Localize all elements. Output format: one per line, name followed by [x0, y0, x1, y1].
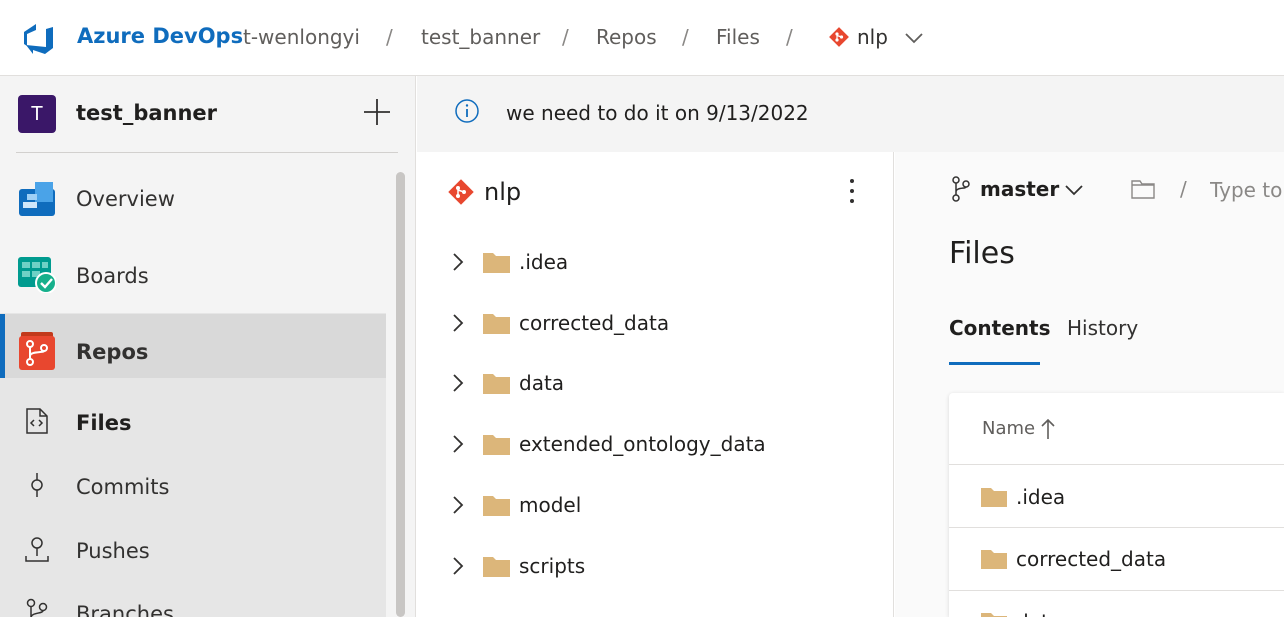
folder-icon — [981, 488, 1007, 507]
sidebar-item-boards[interactable]: Boards — [0, 244, 386, 308]
breadcrumb-organization[interactable]: t-wenlongyi — [243, 25, 360, 49]
folder-icon — [981, 613, 1007, 617]
chevron-right-icon[interactable] — [448, 312, 468, 334]
breadcrumb-repo-selector[interactable]: nlp — [857, 25, 888, 49]
folder-outline-icon[interactable] — [1131, 179, 1155, 199]
active-tab-indicator — [949, 362, 1040, 365]
sidebar-item-label: Commits — [76, 475, 170, 499]
tree-item-label: data — [519, 371, 565, 395]
repos-icon — [19, 332, 55, 370]
sidebar-item-label: Repos — [76, 340, 149, 364]
tree-item-label: extended_ontology_data — [519, 432, 766, 456]
table-row[interactable]: .idea — [949, 466, 1284, 528]
chevron-right-icon[interactable] — [448, 372, 468, 394]
column-header-name[interactable]: Name — [982, 418, 1035, 439]
path-separator: / — [1180, 177, 1187, 201]
tab-contents[interactable]: Contents — [949, 316, 1050, 340]
tree-item[interactable]: extended_ontology_data — [440, 423, 880, 467]
path-input[interactable] — [1210, 174, 1284, 206]
tree-repo-name: nlp — [484, 178, 522, 206]
sidebar-item-commits[interactable]: Commits — [0, 454, 386, 518]
breadcrumb-separator: / — [682, 25, 689, 49]
files-icon — [26, 408, 48, 434]
sidebar-item-branches[interactable]: Branches — [0, 582, 386, 617]
divider — [949, 464, 1284, 465]
folder-icon — [981, 550, 1007, 569]
overview-icon — [19, 182, 55, 216]
project-avatar[interactable]: T — [18, 95, 56, 133]
file-name[interactable]: corrected_data — [1016, 547, 1166, 571]
tree-item[interactable]: .idea — [440, 241, 880, 285]
breadcrumb-files[interactable]: Files — [716, 25, 760, 49]
tree-item[interactable]: scripts — [440, 545, 880, 589]
tree-item-label: scripts — [519, 554, 586, 578]
chevron-right-icon[interactable] — [448, 433, 468, 455]
sidebar-item-repos[interactable]: Repos — [0, 320, 386, 384]
tree-item-label: corrected_data — [519, 311, 670, 335]
git-repo-icon — [448, 179, 474, 205]
sidebar-item-label: Overview — [76, 187, 175, 211]
azure-devops-logo-icon[interactable] — [20, 20, 56, 56]
commits-icon — [31, 473, 43, 497]
breadcrumb-separator: / — [386, 25, 393, 49]
more-options-icon[interactable] — [842, 176, 862, 206]
page-title: Files — [949, 236, 1015, 271]
top-header: Azure DevOps t-wenlongyi / test_banner /… — [0, 0, 1284, 76]
sidebar-item-files[interactable]: Files — [0, 390, 386, 454]
folder-icon — [483, 253, 510, 273]
tree-item[interactable]: corrected_data — [440, 302, 880, 346]
git-repo-icon — [829, 27, 849, 47]
brand-link[interactable]: Azure DevOps — [77, 24, 243, 48]
folder-icon — [483, 496, 510, 516]
tab-history[interactable]: History — [1067, 316, 1138, 340]
breadcrumb-separator: / — [562, 25, 569, 49]
sidebar-item-label: Branches — [76, 602, 174, 617]
divider — [16, 152, 398, 153]
breadcrumb-project[interactable]: test_banner — [421, 25, 540, 49]
folder-icon — [483, 435, 510, 455]
chevron-right-icon[interactable] — [448, 251, 468, 273]
breadcrumb-separator: / — [786, 25, 793, 49]
sidebar-item-label: Files — [76, 411, 132, 435]
chevron-right-icon[interactable] — [448, 555, 468, 577]
tree-item-label: model — [519, 493, 582, 517]
info-icon — [455, 99, 479, 123]
tree-item-label: .idea — [519, 250, 569, 274]
folder-icon — [483, 557, 510, 577]
plus-icon[interactable] — [362, 97, 392, 127]
sidebar-item-pushes[interactable]: Pushes — [0, 518, 386, 582]
tree-item[interactable]: data — [440, 362, 880, 406]
breadcrumb-repos[interactable]: Repos — [596, 25, 657, 49]
chevron-down-icon[interactable] — [1064, 180, 1084, 200]
branch-icon — [952, 176, 970, 202]
sidebar-item-label: Pushes — [76, 539, 150, 563]
chevron-down-icon[interactable] — [904, 28, 924, 48]
chevron-right-icon[interactable] — [448, 494, 468, 516]
file-name[interactable]: data — [1016, 610, 1061, 617]
tree-item[interactable]: model — [440, 484, 880, 528]
sidebar-scrollbar[interactable] — [396, 172, 405, 617]
file-name[interactable]: .idea — [1016, 485, 1065, 509]
branch-selector[interactable]: master — [980, 177, 1059, 201]
sidebar-item-overview[interactable]: Overview — [0, 167, 386, 231]
sort-ascending-icon[interactable] — [1040, 418, 1056, 440]
branches-icon — [26, 598, 48, 617]
pushes-icon — [25, 537, 49, 562]
banner-message: we need to do it on 9/13/2022 — [506, 101, 809, 125]
project-name[interactable]: test_banner — [76, 101, 217, 125]
table-row[interactable]: corrected_data — [949, 528, 1284, 590]
table-row[interactable]: data — [949, 591, 1284, 617]
boards-icon — [18, 257, 56, 293]
folder-icon — [483, 374, 510, 394]
folder-icon — [483, 314, 510, 334]
sidebar-item-label: Boards — [76, 264, 149, 288]
